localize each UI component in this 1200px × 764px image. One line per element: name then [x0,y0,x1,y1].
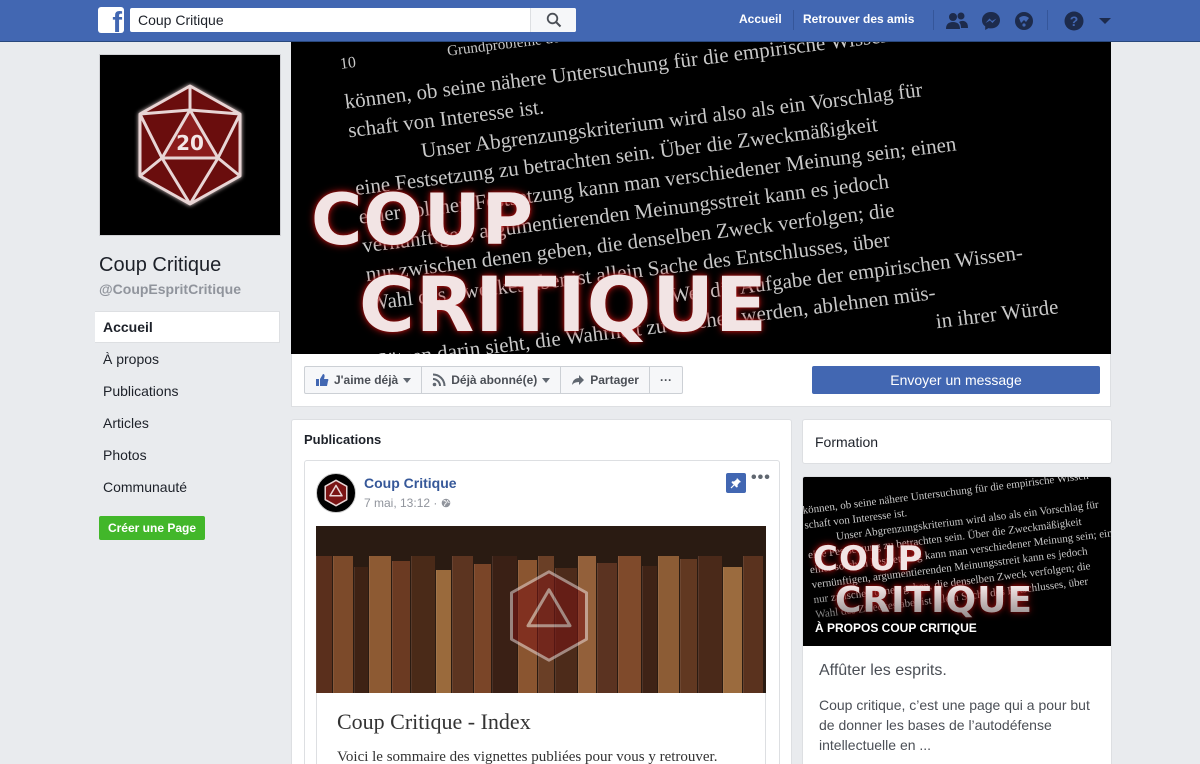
post-link-description: Voici le sommaire des vignettes publiées… [337,749,718,764]
post-author-avatar[interactable] [316,473,356,513]
rss-icon [432,373,446,387]
about-image-title-line1: COUP [813,539,924,579]
nav-divider [793,10,794,30]
chevron-down-icon [403,377,412,383]
sidebar-item-a-propos[interactable]: À propos [95,343,280,375]
search-icon [546,12,561,28]
post-author-name[interactable]: Coup Critique [364,475,457,491]
sidebar-item-communaute[interactable]: Communauté [95,471,280,503]
create-page-button[interactable]: Créer une Page [99,516,205,540]
thumbs-up-icon [316,374,329,386]
share-arrow-icon [572,375,585,385]
more-options-button[interactable]: ··· [650,367,682,393]
search-button[interactable] [530,8,576,32]
send-message-button[interactable]: Envoyer un message [812,366,1100,394]
page-actions-group: J'aime déjà Déjà abonné(e) Partager ··· [304,366,683,394]
d20-dice-logo: 20 [138,84,242,206]
like-button-label: J'aime déjà [334,373,399,387]
facebook-logo[interactable]: f [98,7,124,33]
about-description: Coup critique, c’est une page qui a pour… [819,697,1090,753]
sidebar-item-photos[interactable]: Photos [95,439,280,471]
top-navigation-bar: f Accueil Retrouver des amis ? [0,0,1200,42]
chevron-down-icon [542,377,551,383]
d20-dice-icon [324,479,348,507]
nav-divider [1047,10,1048,30]
nav-find-friends-link[interactable]: Retrouver des amis [803,12,914,26]
search-input[interactable] [130,8,530,32]
post-timestamp[interactable]: 7 mai, 13:12 · [364,496,451,510]
follow-button[interactable]: Déjà abonné(e) [422,367,562,393]
nav-home-link[interactable]: Accueil [739,12,782,26]
pin-icon[interactable] [726,473,746,493]
about-section-label[interactable]: À PROPOS COUP CRITIQUE [815,621,977,635]
sidebar-item-publications[interactable]: Publications [95,375,280,407]
dropdown-icon[interactable] [1093,9,1117,33]
share-button-label: Partager [590,373,639,387]
publications-card: Publications Coup Critique 7 mai, 13:12 … [291,419,792,764]
friends-icon[interactable] [945,9,969,33]
post-link-title[interactable]: Coup Critique - Index [337,709,531,735]
messenger-icon[interactable] [979,9,1003,33]
page-sidebar-nav: Accueil À propos Publications Articles P… [95,311,280,503]
help-icon[interactable]: ? [1062,9,1086,33]
sidebar-item-accueil[interactable]: Accueil [95,311,280,343]
globe-icon [441,498,451,508]
profile-picture[interactable]: 20 [99,54,281,236]
follow-button-label: Déjà abonné(e) [451,373,538,387]
about-cover-image[interactable]: Grundprobleme der Erkenntnislogik. könne… [803,477,1111,646]
image-gradient-overlay [803,587,1111,646]
pinned-post: Coup Critique 7 mai, 13:12 · ••• Coup Cr… [304,460,780,764]
post-link-preview[interactable]: Coup Critique - Index Voici le sommaire … [316,693,766,764]
page-category-card: Formation [802,419,1112,464]
svg-text:?: ? [1070,13,1079,29]
cover-title-line2: CRITIQUE [359,260,768,349]
cover-photo[interactable]: 10 Grundprobleme der Erkenntnislogik. kö… [291,42,1111,354]
page-action-bar: J'aime déjà Déjà abonné(e) Partager ··· … [291,354,1111,407]
post-options-button[interactable]: ••• [751,469,771,487]
page-name[interactable]: Coup Critique [99,254,221,277]
publications-title[interactable]: Publications [304,432,381,447]
search-box[interactable] [130,8,576,32]
d20-watermark [510,570,588,662]
like-button[interactable]: J'aime déjà [305,367,423,393]
sidebar-item-articles[interactable]: Articles [95,407,280,439]
svg-text:20: 20 [176,131,204,155]
share-button[interactable]: Partager [561,367,650,393]
nav-divider [933,10,934,30]
page-category[interactable]: Formation [815,434,878,450]
post-link-image[interactable] [316,526,766,693]
notifications-icon[interactable] [1012,9,1036,33]
cover-title-line1: COUP [311,179,535,261]
page-handle[interactable]: @CoupEspritCritique [99,281,241,297]
about-card: Grundprobleme der Erkenntnislogik. könne… [802,476,1112,764]
about-heading: Affûter les esprits. [819,662,947,679]
